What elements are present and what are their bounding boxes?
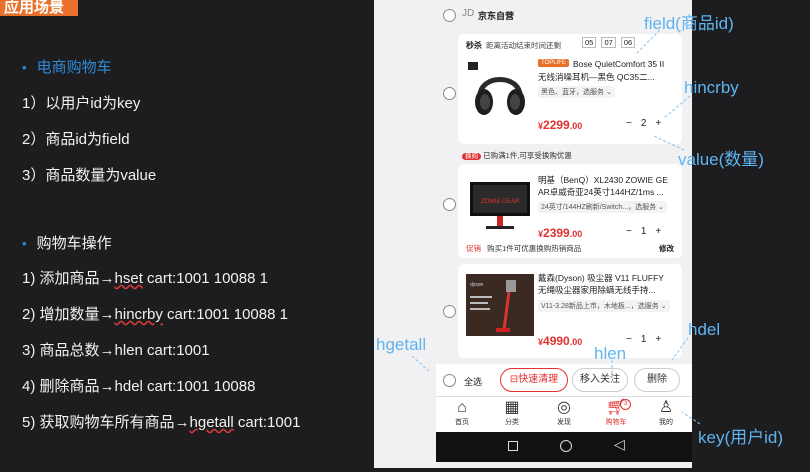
annotation-key: key(用户id) [698,428,784,447]
annotation-hgetall: hgetall [376,335,427,354]
annotation-value: value(数量) [678,150,764,169]
leader-hincrby [663,95,691,119]
annotation-hlen: hlen [594,344,627,363]
leader-hdel [671,337,689,361]
annotation-hdel: hdel [688,320,721,339]
annotation-hincrby: hincrby [684,78,739,97]
annotation-leaders [411,29,701,425]
annotation-field: field(商品id) [644,14,734,33]
leader-hgetall [411,355,431,373]
